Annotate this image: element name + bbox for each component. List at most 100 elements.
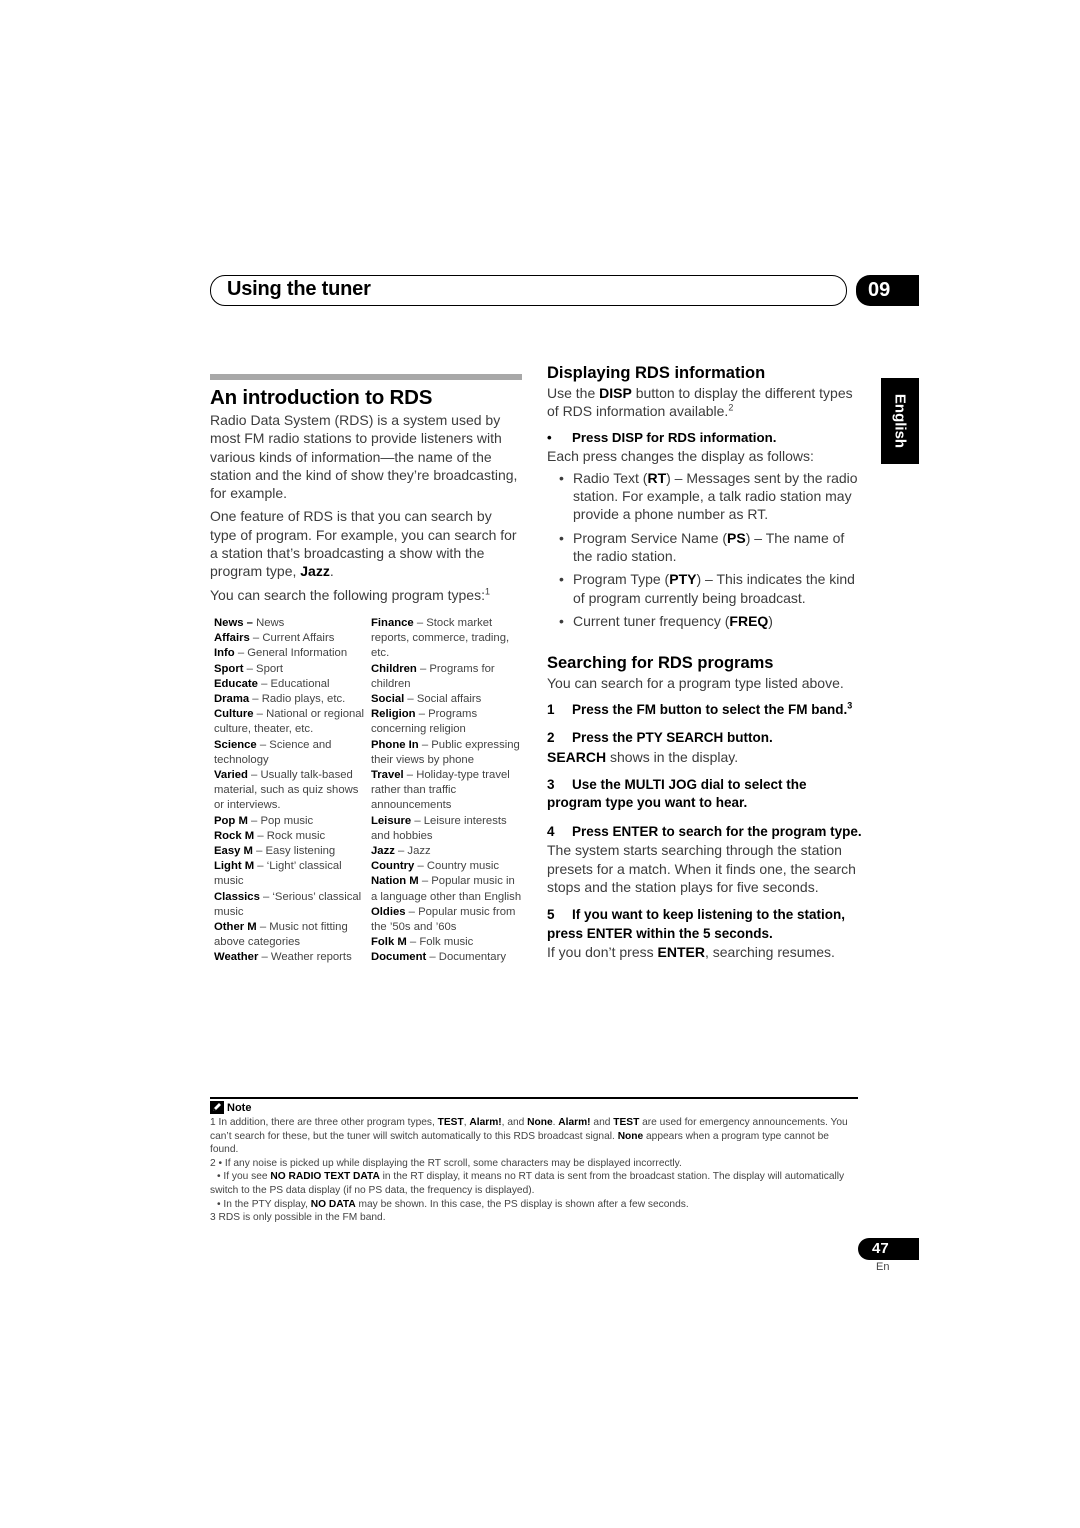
program-type-entry: Rock M – Rock music xyxy=(214,829,367,844)
program-type-entry: Social – Social affairs xyxy=(371,692,522,707)
program-type-name: Social xyxy=(371,692,405,705)
program-type-name: Light M xyxy=(214,860,255,873)
footnote-ref-1: 1 xyxy=(484,586,490,597)
program-type-name: Folk M xyxy=(371,936,407,949)
right-column: Displaying RDS information Use the DISP … xyxy=(547,362,865,962)
program-type-entry: Nation M – Popular music in a language o… xyxy=(371,874,522,904)
program-type-entry: Culture – National or regional culture, … xyxy=(214,707,367,737)
page-language-code: En xyxy=(876,1261,890,1273)
display-mode-item: Radio Text (RT) – Messages sent by the r… xyxy=(559,469,865,524)
program-type-entry: Affairs – Current Affairs xyxy=(214,631,367,646)
section-divider xyxy=(210,374,522,380)
intro-paragraph-1: Radio Data System (RDS) is a system used… xyxy=(210,412,518,502)
program-type-entry: Jazz – Jazz xyxy=(371,844,522,859)
program-type-description: – Current Affairs xyxy=(249,632,335,645)
footnote-ref-3: 3 xyxy=(847,700,853,711)
display-mode-item: Program Type (PTY) – This indicates the … xyxy=(559,570,865,607)
program-type-entry: Easy M – Easy listening xyxy=(214,844,367,859)
display-modes-list: Radio Text (RT) – Messages sent by the r… xyxy=(559,469,865,631)
display-mode-item: Program Service Name (PS) – The name of … xyxy=(559,529,865,566)
program-type-name: Rock M xyxy=(214,829,255,842)
program-type-name: Easy M xyxy=(214,845,253,858)
footnote-ref-2: 2 xyxy=(728,402,734,413)
program-type-name: Varied xyxy=(214,769,248,781)
footnote-2a: 2 • If any noise is picked up while disp… xyxy=(210,1157,682,1169)
program-type-name: Science xyxy=(214,738,257,751)
program-type-name: Info xyxy=(214,647,235,660)
program-type-entry: Weather – Weather reports xyxy=(214,950,367,965)
program-type-name: Sport xyxy=(214,662,244,675)
step-2-detail: SEARCH shows in the display. xyxy=(547,748,739,765)
chapter-header: Using the tuner xyxy=(210,275,847,306)
program-type-name: Finance xyxy=(371,616,414,629)
program-type-description: – Easy listening xyxy=(252,845,336,858)
program-type-name: News – xyxy=(214,616,253,629)
program-type-entry: Pop M – Pop music xyxy=(214,814,367,829)
footnotes: 1 In addition, there are three other pro… xyxy=(210,1116,860,1225)
program-type-name: Country xyxy=(371,860,415,873)
program-type-name: Weather xyxy=(214,951,259,964)
step-5-detail: If you don’t press ENTER, searching resu… xyxy=(547,944,835,961)
program-type-entry: Phone In – Public expressing their views… xyxy=(371,738,522,768)
each-press-text: Each press changes the display as follow… xyxy=(547,447,814,464)
program-type-entry: Light M – ‘Light’ classical music xyxy=(214,859,367,889)
display-intro: Use the DISP button to display the diffe… xyxy=(547,385,853,420)
step-2: 2 Press the PTY SEARCH button. xyxy=(547,730,773,746)
program-type-entry: Finance – Stock market reports, commerce… xyxy=(371,616,522,662)
step-3: 3 Use the MULTI JOG dial to select the pr… xyxy=(547,776,807,811)
program-type-entry: News – News xyxy=(214,616,367,631)
program-type-description: – Country music xyxy=(414,860,500,873)
display-heading: Displaying RDS information xyxy=(547,364,766,382)
program-type-description: – General Information xyxy=(234,647,348,660)
chapter-number-tab: 09 xyxy=(856,275,919,306)
program-type-description: – Documentary xyxy=(426,951,506,964)
program-type-name: Phone In xyxy=(371,738,419,751)
search-types-intro: You can search the following program typ… xyxy=(210,586,490,603)
program-type-name: Drama xyxy=(214,692,250,705)
program-type-name: Pop M xyxy=(214,814,248,827)
program-type-entry: Religion – Programs concerning religion xyxy=(371,707,522,737)
chapter-title: Using the tuner xyxy=(227,278,371,300)
program-type-description: – Social affairs xyxy=(404,692,482,705)
searching-heading: Searching for RDS programs xyxy=(547,654,774,673)
program-type-description: – Sport xyxy=(243,662,284,675)
program-type-entry: Educate – Educational xyxy=(214,677,367,692)
program-type-name: Oldies xyxy=(371,905,406,918)
program-type-entry: Document – Documentary xyxy=(371,950,522,965)
jazz-term: Jazz xyxy=(300,563,330,580)
program-type-name: Jazz xyxy=(371,845,395,858)
language-tab: English xyxy=(881,378,919,464)
program-type-name: Other M xyxy=(214,921,257,934)
program-type-description: News xyxy=(252,616,285,629)
program-type-name: Educate xyxy=(214,677,258,690)
step-4-detail: The system starts searching through the … xyxy=(547,842,856,895)
program-type-entry: Children – Programs for children xyxy=(371,662,522,692)
program-type-entry: Folk M – Folk music xyxy=(371,935,522,950)
program-type-description: – Jazz xyxy=(394,845,431,858)
program-type-name: Classics xyxy=(214,890,260,903)
program-type-entry: Other M – Music not fitting above catego… xyxy=(214,920,367,950)
step-1: 1 Press the FM button to select the FM ba… xyxy=(547,700,853,717)
program-types-list: News – News Affairs – Current Affairs Info… xyxy=(210,616,522,966)
program-type-name: Leisure xyxy=(371,814,412,827)
footnote-3: 3 RDS is only possible in the FM band. xyxy=(210,1212,386,1224)
footnote-2c: • In the PTY display, NO DATA may be sho… xyxy=(217,1198,689,1210)
pencil-note-icon xyxy=(210,1101,224,1114)
program-type-entry: Travel – Holiday-type travel rather than… xyxy=(371,768,522,814)
footnote-1: 1 In addition, there are three other pro… xyxy=(210,1117,848,1156)
note-heading: Note xyxy=(210,1101,251,1114)
left-column: An introduction to RDS Radio Data System… xyxy=(210,374,522,966)
page-number: 47 xyxy=(858,1238,919,1260)
program-type-description: – Radio plays, etc. xyxy=(249,692,346,705)
note-divider xyxy=(210,1097,858,1099)
searching-intro: You can search for a program type listed… xyxy=(547,675,844,692)
program-type-name: Document xyxy=(371,951,427,964)
program-type-description: – Pop music xyxy=(247,814,314,827)
language-label: English xyxy=(891,393,909,449)
intro-heading: An introduction to RDS xyxy=(210,386,433,409)
program-type-entry: Country – Country music xyxy=(371,859,522,874)
program-type-name: Culture xyxy=(214,708,254,721)
program-type-entry: Leisure – Leisure interests and hobbies xyxy=(371,814,522,844)
step-4: 4 Press ENTER to search for the program t… xyxy=(547,823,862,839)
program-type-description: – Educational xyxy=(257,677,330,690)
